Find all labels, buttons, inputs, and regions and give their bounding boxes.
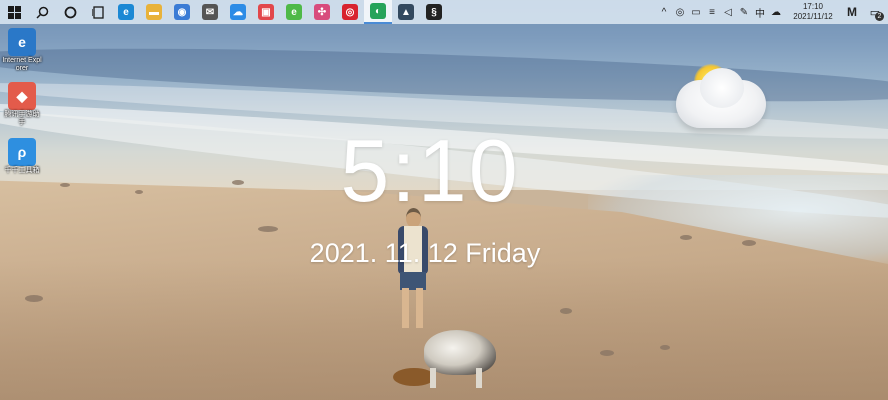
taskbar-app-button[interactable]: ▬ (140, 0, 168, 24)
taskbar-app-button[interactable]: ✉ (196, 0, 224, 24)
pebble (660, 345, 670, 350)
pebble (258, 226, 278, 232)
taskbar-app-button[interactable]: ▣ (252, 0, 280, 24)
seaweed-clump (393, 368, 435, 386)
taskbar-app-button[interactable]: ◉ (168, 0, 196, 24)
cortana-circle-icon (64, 6, 76, 18)
m-app-tray-icon[interactable]: M (842, 0, 862, 24)
edge-icon: e (118, 4, 134, 20)
pebble (135, 190, 143, 194)
clock-date: 2021/11/12 (793, 12, 833, 21)
clock-time: 17:10 (802, 2, 824, 11)
desktop-shortcut-label: 腾讯手游助手 (4, 111, 40, 126)
pebble (25, 295, 43, 302)
game-app-icon: ◆ (8, 82, 36, 110)
taskbar-app-button[interactable]: e (280, 0, 308, 24)
network-icon[interactable]: ≡ (704, 0, 720, 24)
green-chat-icon: ◐ (370, 3, 386, 19)
start-button[interactable] (0, 0, 28, 24)
language-icon[interactable]: 中 (752, 0, 768, 24)
red-app-icon: ▣ (258, 4, 274, 20)
system-tray: ^ ◎ ▭ ≡ ◁ ✎ 中 ☁ 17:10 2021/11/12 M ▭ 2 (656, 0, 888, 24)
taskbar-app-button[interactable]: ◎ (336, 0, 364, 24)
browser-globe-icon: ◉ (174, 4, 190, 20)
desktop-shortcut[interactable]: ρ 千千工具箱 (2, 138, 42, 175)
taskbar-app-button[interactable]: ◐ (364, 0, 392, 24)
mail-icon: ✉ (202, 4, 218, 20)
cloud-drive-icon: ☁ (230, 4, 246, 20)
taskbar-app-button[interactable]: ☁ (224, 0, 252, 24)
chevron-up-icon[interactable]: ^ (656, 0, 672, 24)
360-browser-icon: e (286, 4, 302, 20)
desktop-shortcut-label: 千千工具箱 (4, 167, 40, 174)
taskbar-clock[interactable]: 17:10 2021/11/12 (788, 2, 838, 22)
task-view-icon (91, 5, 104, 19)
dog-legs (430, 368, 482, 388)
pebble (232, 180, 244, 185)
search-icon (35, 6, 48, 19)
netease-tray-icon[interactable]: ◎ (672, 0, 688, 24)
search-button[interactable] (28, 0, 56, 24)
taskbar-app-button[interactable]: e (112, 0, 140, 24)
taskbar-app-button[interactable]: ✣ (308, 0, 336, 24)
partly-cloudy-weather-icon[interactable] (672, 62, 768, 134)
pebble (600, 350, 614, 356)
swirl-app-icon: § (426, 4, 442, 20)
person-figure (393, 208, 433, 333)
taskbar: e ▬ ◉ ✉ ☁ ▣ e ✣ ◎ ◐ ▲ § ^ ◎ ▭ ≡ ◁ ✎ 中 ☁ 17:10 2021/11/12 M… (0, 0, 888, 24)
desktop-shortcut[interactable]: e Internet Explorer (2, 28, 42, 73)
desktop-shortcut-label: Internet Explorer (2, 57, 42, 72)
file-explorer-icon: ▬ (146, 4, 162, 20)
widget-date: 2021. 11. 12 Friday (309, 238, 541, 268)
pinwheel-app-icon: ✣ (314, 4, 330, 20)
internet-explorer-icon: e (8, 28, 36, 56)
pebble (560, 308, 572, 314)
desktop-shortcut[interactable]: ◆ 腾讯手游助手 (2, 82, 42, 127)
action-center-button[interactable]: ▭ 2 (862, 0, 888, 24)
volume-icon[interactable]: ◁ (720, 0, 736, 24)
widget-time: 5:10 (340, 121, 520, 220)
task-view-button[interactable] (84, 0, 112, 24)
taskbar-app-button[interactable]: ▲ (392, 0, 420, 24)
photos-icon: ▲ (398, 4, 414, 20)
windows-logo-icon (7, 5, 21, 19)
pebble (742, 240, 756, 246)
pebble (60, 183, 70, 187)
cloud-sync-icon[interactable]: ☁ (768, 0, 784, 24)
notification-count: 2 (875, 12, 884, 21)
taskbar-app-button[interactable]: § (420, 0, 448, 24)
netease-music-icon: ◎ (342, 4, 358, 20)
cortana-button[interactable] (56, 0, 84, 24)
pebble (680, 235, 692, 240)
blue-tool-icon: ρ (8, 138, 36, 166)
battery-icon[interactable]: ▭ (688, 0, 704, 24)
pen-icon[interactable]: ✎ (736, 0, 752, 24)
